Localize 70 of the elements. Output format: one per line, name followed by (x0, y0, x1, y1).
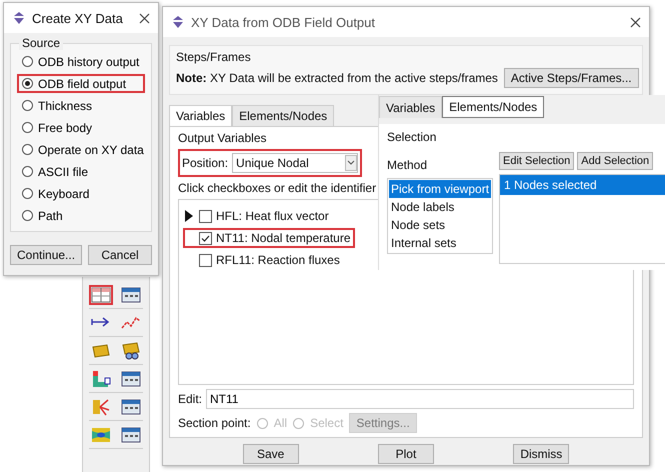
dialog-button[interactable]: Cancel (88, 245, 152, 265)
method-item[interactable]: Node labels (389, 198, 491, 216)
line-plot-icon (121, 316, 141, 330)
selection-item[interactable]: 1 Nodes selected (500, 175, 665, 195)
radio-option[interactable]: Operate on XY data (17, 140, 145, 159)
table-icon (121, 287, 141, 303)
app-logo-icon (171, 16, 185, 28)
window-title: Create XY Data (32, 10, 124, 26)
radio-option[interactable]: ASCII file (17, 162, 145, 181)
flow-contour-icon (91, 427, 111, 443)
tab[interactable]: Variables (379, 96, 442, 118)
group-title: Steps/Frames (176, 50, 252, 64)
edit-field[interactable]: NT11 (206, 389, 634, 409)
variable-row[interactable]: RFL11: Reaction fluxes (183, 250, 344, 270)
shape-icon (91, 343, 111, 359)
close-icon[interactable] (139, 12, 150, 24)
group-title: Source (19, 36, 64, 50)
table-icon (121, 371, 141, 387)
dialog-button[interactable]: Continue... (10, 245, 82, 265)
tab[interactable]: Elements/Nodes (442, 96, 544, 118)
contour-icon (91, 370, 111, 388)
toolbar-tool[interactable] (89, 285, 113, 305)
method-item[interactable]: Internal sets (389, 234, 491, 252)
checkbox[interactable] (199, 210, 212, 222)
selection-button[interactable]: Edit Selection (499, 152, 574, 170)
group-title: Selection (387, 130, 438, 144)
tab[interactable]: Variables (169, 105, 232, 126)
dropdown-caret-icon (345, 155, 357, 171)
edit-label: Edit: (178, 392, 202, 406)
active-steps-button[interactable]: Active Steps/Frames... (504, 68, 639, 88)
section-point-label: Section point: (178, 416, 251, 430)
method-label: Method (387, 158, 428, 172)
table-icon (121, 427, 141, 443)
radio-label: Select (310, 416, 344, 430)
app-logo-icon (12, 12, 26, 24)
dialog-button[interactable]: Save (242, 444, 299, 464)
method-item[interactable]: Pick from viewport (389, 180, 491, 198)
radio-option[interactable]: Thickness (17, 96, 145, 115)
method-item[interactable]: Node sets (389, 216, 491, 234)
toolbar-tool[interactable] (119, 425, 143, 445)
table-icon (121, 399, 141, 415)
toolbar-tool[interactable] (119, 369, 143, 389)
radio-option[interactable]: Free body (17, 118, 145, 137)
window-title: XY Data from ODB Field Output (191, 14, 376, 30)
note-text: Note: XY Data will be extracted from the active steps/frames (176, 71, 498, 85)
toolbar-tool[interactable] (119, 397, 143, 417)
selection-button[interactable]: Add Selection (577, 152, 654, 170)
shape-group-icon (121, 342, 141, 360)
tab[interactable]: Elements/Nodes (232, 105, 334, 126)
close-icon[interactable] (630, 16, 641, 28)
group-title: Output Variables (178, 131, 266, 145)
expand-icon[interactable] (185, 210, 193, 222)
radio-option[interactable]: Keyboard (17, 184, 145, 203)
radio-option[interactable]: Path (17, 206, 145, 225)
radio-label: All (274, 416, 288, 430)
position-label: Position: (182, 156, 228, 170)
dialog-button[interactable]: Dismiss (513, 444, 570, 464)
xy-table-icon (91, 287, 111, 303)
position-dropdown[interactable]: Unique Nodal (232, 153, 358, 173)
toolbar-tool[interactable] (119, 285, 143, 305)
fan-icon (91, 398, 111, 416)
checkbox[interactable] (199, 254, 212, 266)
hint-text: Click checkboxes or edit the identifier (178, 181, 376, 195)
toolbar-tool[interactable] (89, 425, 113, 445)
variable-row[interactable]: HFL: Heat flux vector (183, 206, 333, 226)
checkbox[interactable] (199, 232, 212, 244)
dialog-button[interactable]: Plot (378, 444, 434, 464)
variable-row[interactable]: NT11: Nodal temperature (183, 228, 355, 248)
radio-option[interactable]: ODB field output (17, 74, 145, 93)
radio-option[interactable]: ODB history output (17, 52, 145, 71)
